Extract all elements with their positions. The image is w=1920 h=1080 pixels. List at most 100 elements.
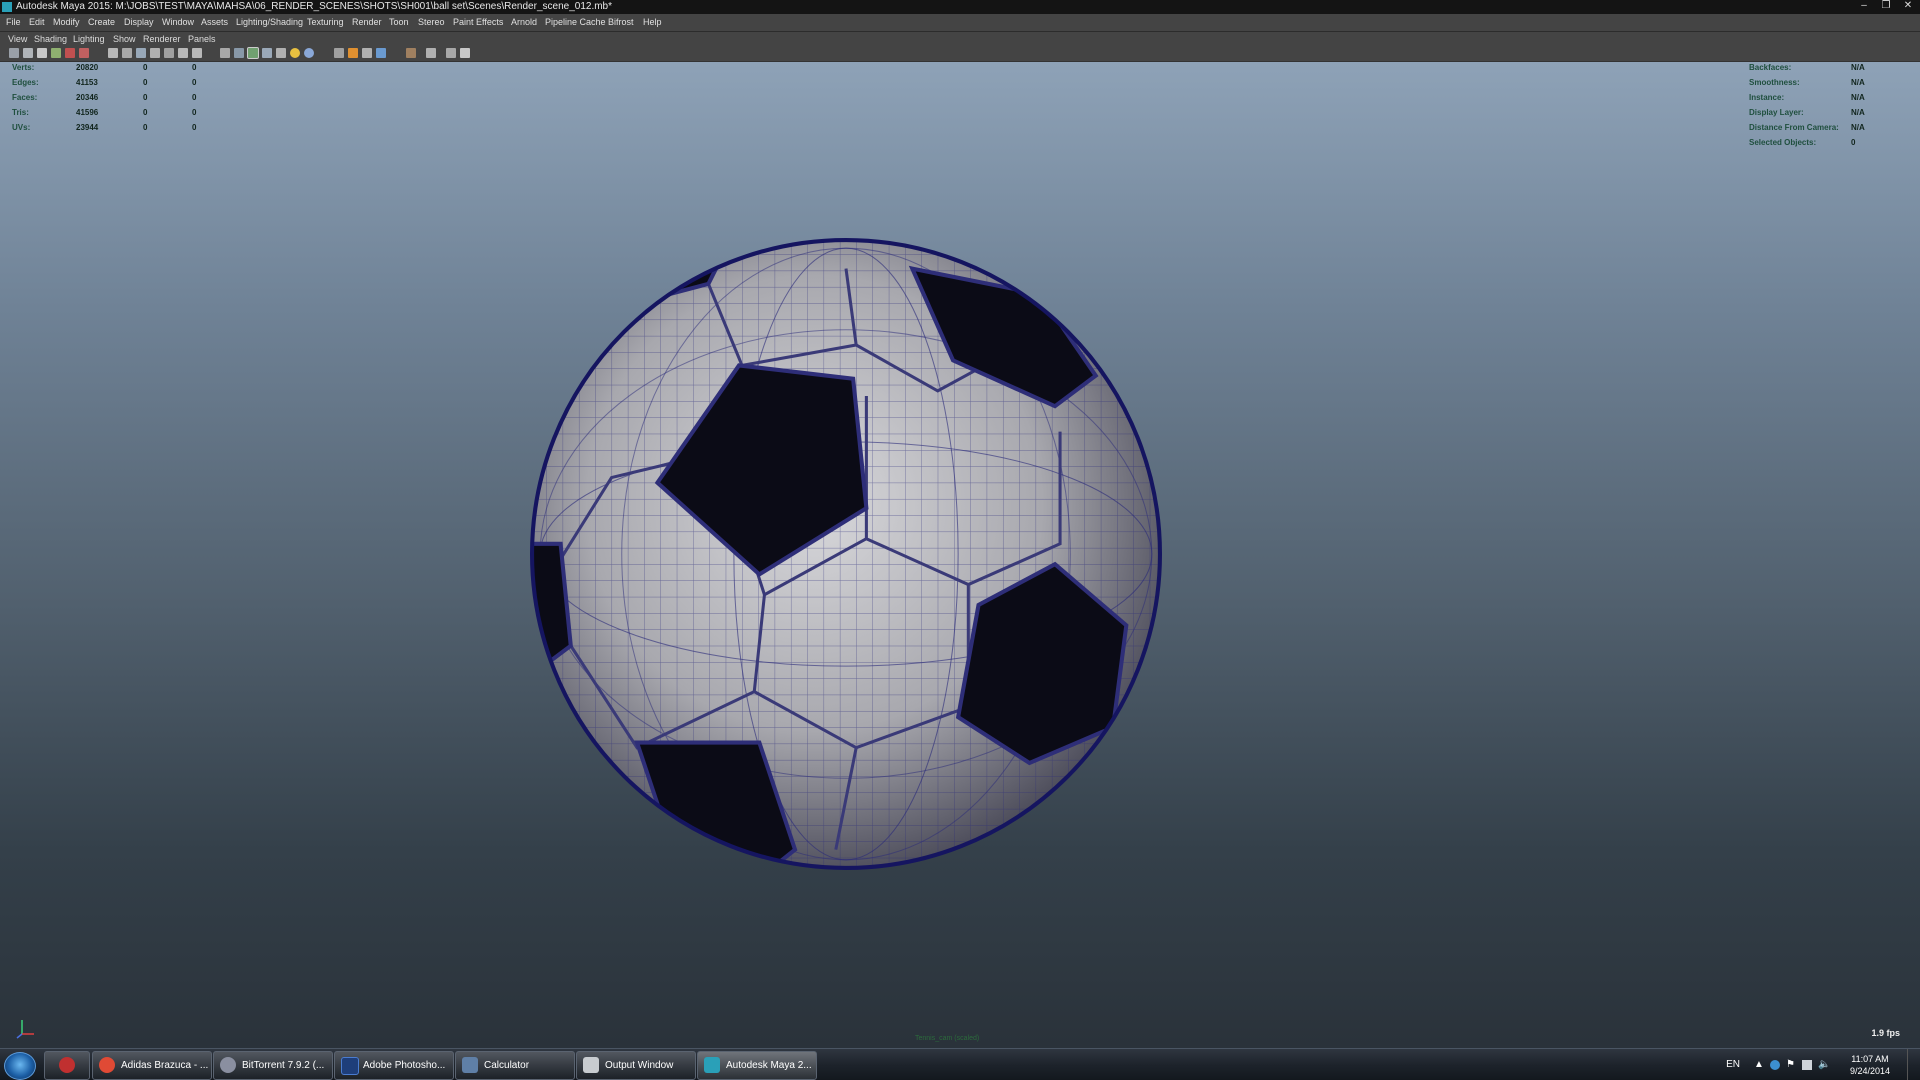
taskbar-item-chrome[interactable]: Adidas Brazuca - ...: [92, 1051, 212, 1080]
bookmark-icon[interactable]: [37, 48, 47, 58]
wireframe-on-shaded-icon[interactable]: [247, 47, 259, 59]
panel-menubar: View Shading Lighting Show Renderer Pane…: [0, 32, 1920, 46]
taskbar-pinned-app[interactable]: [44, 1051, 90, 1080]
hud-value: 41596: [76, 108, 99, 117]
field-chart-icon[interactable]: [164, 48, 174, 58]
default-light-icon[interactable]: [290, 48, 300, 58]
isolate-select-icon[interactable]: [334, 48, 344, 58]
calculator-icon: [462, 1057, 478, 1073]
output-window-icon: [583, 1057, 599, 1073]
fps-counter: 1.9 fps: [1871, 1028, 1900, 1038]
camera-attributes-icon[interactable]: [23, 48, 33, 58]
shadows-icon[interactable]: [304, 48, 314, 58]
soccer-ball-mesh[interactable]: [530, 238, 1162, 870]
panel-menu-show[interactable]: Show: [113, 34, 136, 44]
hud-label: Distance From Camera:: [1749, 123, 1839, 132]
stereo-icon[interactable]: [446, 48, 456, 58]
menu-toon[interactable]: Toon: [389, 17, 409, 27]
hud-label: Selected Objects:: [1749, 138, 1817, 147]
panel-menu-view[interactable]: View: [8, 34, 27, 44]
volume-icon[interactable]: 🔈: [1818, 1060, 1830, 1070]
safe-action-icon[interactable]: [178, 48, 188, 58]
taskbar-item-bittorrent[interactable]: BitTorrent 7.9.2 (...: [213, 1051, 333, 1080]
use-all-lights-icon[interactable]: [276, 48, 286, 58]
hud-value: 41153: [76, 78, 98, 87]
share-icon[interactable]: [460, 48, 470, 58]
pinned-app-icon: [59, 1057, 75, 1073]
perspective-viewport[interactable]: Verts: 20820 0 0 Edges: 41153 0 0 Faces:…: [0, 62, 1920, 1048]
taskbar-item-label: Autodesk Maya 2...: [726, 1060, 812, 1071]
language-indicator[interactable]: EN: [1726, 1059, 1740, 1070]
taskbar-item-calculator[interactable]: Calculator: [455, 1051, 575, 1080]
show-hidden-icons-icon[interactable]: ▲: [1754, 1060, 1764, 1070]
menu-bifrost[interactable]: Bifrost: [608, 17, 634, 27]
show-desktop-button[interactable]: [1907, 1049, 1920, 1080]
hud-value: 0: [192, 123, 197, 132]
grease-pencil-icon[interactable]: [79, 48, 89, 58]
wireframe-icon[interactable]: [220, 48, 230, 58]
action-center-flag-icon[interactable]: ⚑: [1786, 1060, 1796, 1070]
menu-create[interactable]: Create: [88, 17, 115, 27]
gate-mask-icon[interactable]: [150, 48, 160, 58]
taskbar-item-label: Output Window: [605, 1060, 674, 1071]
xray-icon[interactable]: [348, 48, 358, 58]
main-menubar: File Edit Modify Create Display Window A…: [0, 14, 1920, 32]
menu-paint-effects[interactable]: Paint Effects: [453, 17, 503, 27]
menu-file[interactable]: File: [6, 17, 21, 27]
menu-lighting-shading[interactable]: Lighting/Shading: [236, 17, 303, 27]
smooth-shade-icon[interactable]: [234, 48, 244, 58]
window-title: Autodesk Maya 2015: M:\JOBS\TEST\MAYA\MA…: [16, 1, 613, 12]
resolution-gate-icon[interactable]: [136, 48, 146, 58]
hud-value: 0: [143, 108, 148, 117]
hud-label: Faces:: [12, 93, 38, 102]
system-clock[interactable]: 11:07 AM 9/24/2014: [1850, 1053, 1890, 1077]
chrome-icon: [99, 1057, 115, 1073]
windows-start-icon[interactable]: [4, 1052, 36, 1080]
select-camera-icon[interactable]: [9, 48, 19, 58]
xray-components-icon[interactable]: [376, 48, 386, 58]
xray-joints-icon[interactable]: [362, 48, 372, 58]
network-app-icon[interactable]: [1770, 1060, 1780, 1070]
hud-value: 0: [143, 123, 148, 132]
hud-value: 0: [192, 63, 197, 72]
menu-texturing[interactable]: Texturing: [307, 17, 344, 27]
menu-help[interactable]: Help: [643, 17, 662, 27]
menu-display[interactable]: Display: [124, 17, 154, 27]
hud-label: Edges:: [12, 78, 39, 87]
high-quality-icon[interactable]: [406, 48, 416, 58]
menu-render[interactable]: Render: [352, 17, 382, 27]
camera-name-label: Tennis_cam (scaled): [915, 1035, 980, 1042]
menu-stereo[interactable]: Stereo: [418, 17, 445, 27]
minimize-icon[interactable]: –: [1858, 0, 1870, 12]
close-icon[interactable]: ✕: [1902, 0, 1914, 12]
hud-label: Smoothness:: [1749, 78, 1800, 87]
grid-icon[interactable]: [108, 48, 118, 58]
panel-menu-renderer[interactable]: Renderer: [143, 34, 181, 44]
hud-label: UVs:: [12, 123, 31, 132]
menu-arnold[interactable]: Arnold: [511, 17, 537, 27]
system-tray: EN ▲ ⚑ 🔈 11:07 AM 9/24/2014: [1680, 1049, 1920, 1080]
menu-pipeline-cache[interactable]: Pipeline Cache: [545, 17, 606, 27]
image-plane-icon[interactable]: [51, 48, 61, 58]
menu-modify[interactable]: Modify: [53, 17, 80, 27]
taskbar-item-output-window[interactable]: Output Window: [576, 1051, 696, 1080]
panel-menu-panels[interactable]: Panels: [188, 34, 216, 44]
film-gate-icon[interactable]: [122, 48, 132, 58]
safe-title-icon[interactable]: [192, 48, 202, 58]
menu-edit[interactable]: Edit: [29, 17, 45, 27]
taskbar-item-label: Adidas Brazuca - ...: [121, 1060, 209, 1071]
hud-value: N/A: [1851, 123, 1865, 132]
hud-value: 0: [192, 108, 197, 117]
2d-pan-zoom-icon[interactable]: [65, 48, 75, 58]
network-icon[interactable]: [1802, 1060, 1812, 1070]
windows-taskbar: Adidas Brazuca - ... BitTorrent 7.9.2 (.…: [0, 1048, 1920, 1080]
viewport2-icon[interactable]: [426, 48, 436, 58]
menu-assets[interactable]: Assets: [201, 17, 228, 27]
taskbar-item-maya[interactable]: Autodesk Maya 2...: [697, 1051, 817, 1080]
restore-icon[interactable]: ❐: [1880, 0, 1892, 12]
panel-menu-shading[interactable]: Shading: [34, 34, 67, 44]
textured-icon[interactable]: [262, 48, 272, 58]
taskbar-item-photoshop[interactable]: Adobe Photosho...: [334, 1051, 454, 1080]
menu-window[interactable]: Window: [162, 17, 194, 27]
panel-menu-lighting[interactable]: Lighting: [73, 34, 105, 44]
